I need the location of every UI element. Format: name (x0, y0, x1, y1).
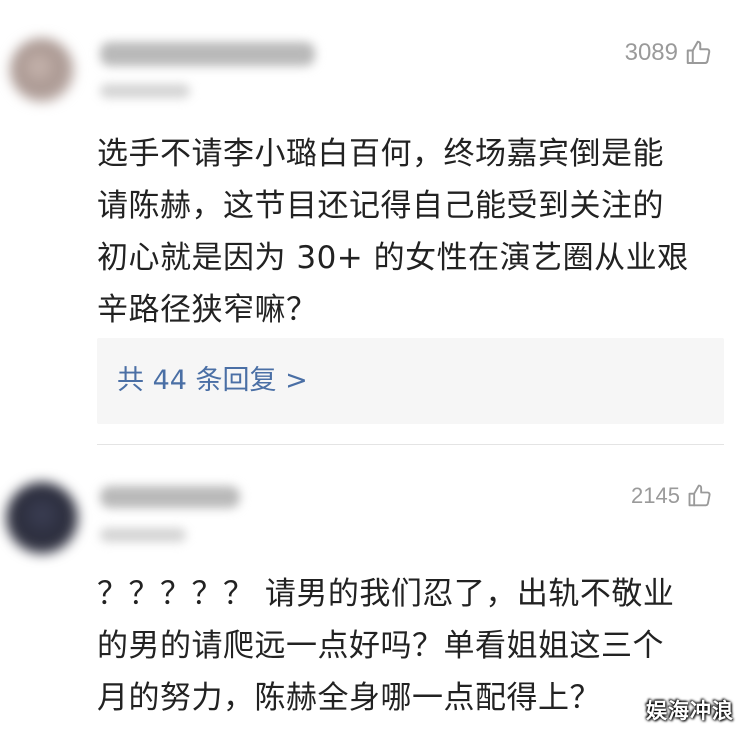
comment-divider (97, 444, 724, 445)
thumbs-up-icon[interactable] (686, 482, 714, 510)
comment-item: 2145 ？？？？？ 请男的我们忍了，出轨不敬业 的男的请爬远一点好吗？单看姐姐… (0, 446, 742, 737)
replies-panel[interactable]: 共 44 条回复 > (97, 338, 724, 424)
user-meta-blurred (100, 528, 186, 542)
username-blurred[interactable] (100, 42, 315, 66)
like-button[interactable]: 2145 (631, 482, 714, 510)
like-count: 3089 (624, 39, 678, 66)
comment-text: 选手不请李小璐白百何，终场嘉宾倒是能 请陈赫，这节目还记得自己能受到关注的 初心… (97, 136, 689, 328)
comment-text: ？？？？？ 请男的我们忍了，出轨不敬业 的男的请爬远一点好吗？单看姐姐这三个 月… (97, 576, 675, 716)
thumbs-up-icon[interactable] (684, 38, 714, 68)
username-blurred[interactable] (100, 486, 240, 508)
like-button[interactable]: 3089 (625, 38, 714, 68)
view-replies-link[interactable]: 共 44 条回复 > (117, 364, 308, 398)
avatar[interactable] (6, 482, 78, 554)
avatar[interactable] (10, 38, 74, 102)
comment-feed: 3089 选手不请李小璐白百何，终场嘉宾倒是能 请陈赫，这节目还记得自己能受到关… (0, 0, 742, 737)
like-count: 2145 (631, 483, 680, 508)
user-meta-blurred (100, 84, 190, 98)
comment-item: 3089 选手不请李小璐白百何，终场嘉宾倒是能 请陈赫，这节目还记得自己能受到关… (0, 0, 742, 445)
watermark: 娱海冲浪 (646, 699, 734, 723)
